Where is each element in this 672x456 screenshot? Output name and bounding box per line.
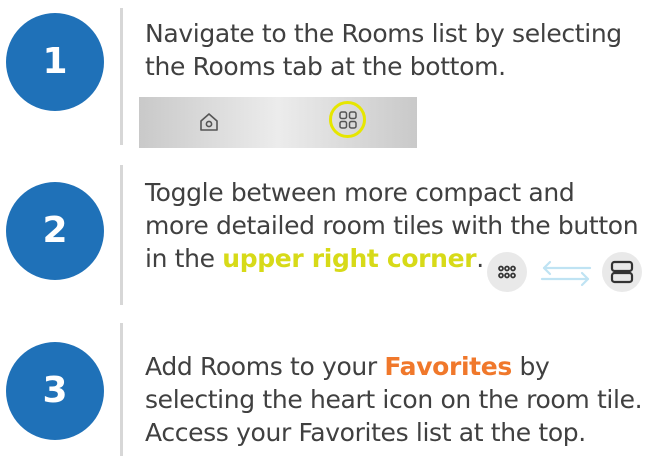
step-3-divider [120, 323, 123, 456]
step-2-divider [120, 165, 123, 305]
detailed-view-button-preview [602, 252, 642, 292]
step-2-line-2: more detailed room tiles with the button [145, 211, 639, 240]
grid-icon [339, 111, 357, 129]
step-3-line-3: Access your Favorites list at the top. [145, 418, 586, 447]
step-2-line-3-post: . [476, 244, 484, 273]
step-3-number: 3 [42, 370, 68, 411]
upper-right-corner-highlight: upper right corner [222, 244, 477, 273]
step-1-line-1: Navigate to the Rooms list by selecting [145, 19, 622, 48]
step-1-line-2: the Rooms tab at the bottom. [145, 52, 506, 81]
home-icon [200, 113, 218, 131]
step-2-line-1: Toggle between more compact and [145, 178, 575, 207]
compact-grid-icon [498, 265, 516, 279]
list-rows-icon [610, 260, 634, 284]
step-3-line-1-post: by [511, 352, 550, 381]
step-1-number-badge: 1 [6, 13, 104, 111]
bottom-tab-bar-preview [139, 97, 417, 148]
step-2-number: 2 [42, 210, 68, 251]
step-2-line-3-pre: in the [145, 244, 223, 273]
favorites-highlight: Favorites [384, 352, 512, 381]
step-1-number: 1 [42, 41, 68, 82]
step-3-number-badge: 3 [6, 342, 104, 440]
swap-arrows-icon [540, 260, 592, 287]
compact-view-button-preview [487, 252, 527, 292]
step-3-line-1: Add Rooms to your Favorites by [145, 350, 672, 383]
step-2-number-badge: 2 [6, 182, 104, 280]
step-1-text: Navigate to the Rooms list by selecting … [145, 17, 672, 83]
step-1-divider [120, 8, 123, 145]
step-3-line-1-pre: Add Rooms to your [145, 352, 385, 381]
step-3-text: Add Rooms to your Favorites by selecting… [145, 350, 672, 449]
step-3-line-2: selecting the heart icon on the room til… [145, 385, 643, 414]
